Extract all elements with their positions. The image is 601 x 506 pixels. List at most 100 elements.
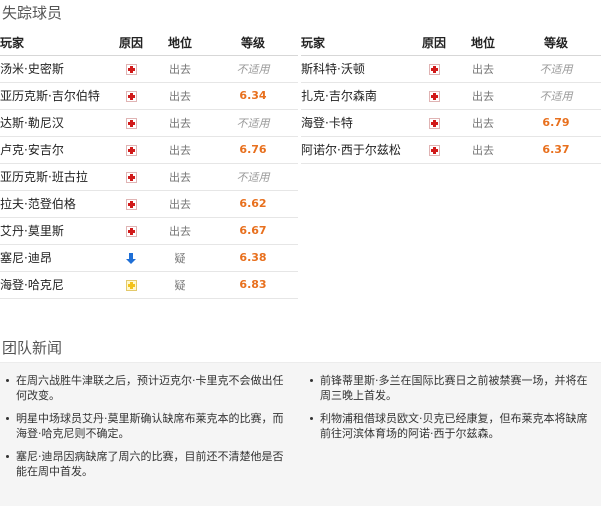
player-column-header: 玩家 <box>301 31 413 56</box>
injury-cross-icon <box>125 225 137 237</box>
news-item: 利物浦租借球员欧文·贝克已经康复，但布莱克本将缺席前往河滨体育场的阿诺·西于尔兹… <box>310 411 592 441</box>
rating-cell: 不适用 <box>208 109 298 137</box>
reason-cell <box>413 82 455 110</box>
player-column-header: 玩家 <box>0 31 110 56</box>
player-name[interactable]: 海登·卡特 <box>301 109 413 137</box>
reason-cell <box>110 82 152 110</box>
rating-cell: 6.37 <box>511 136 601 164</box>
rating-cell: 6.79 <box>511 109 601 137</box>
news-item: 在周六战胜牛津联之后，预计迈克尔·卡里克不会做出任何改变。 <box>6 373 288 403</box>
rating-cell: 6.34 <box>208 82 298 110</box>
player-name[interactable]: 亚历克斯·吉尔伯特 <box>0 82 110 110</box>
injury-cross-icon <box>428 63 440 75</box>
player-name[interactable]: 扎克·吉尔森南 <box>301 82 413 110</box>
player-row: 拉夫·范登伯格 出去 6.62 <box>0 190 298 218</box>
reason-cell <box>110 55 152 83</box>
status-cell: 出去 <box>152 163 208 191</box>
position-column-header: 地位 <box>152 31 208 56</box>
table-header-row: 玩家 原因 地位 等级 <box>0 31 298 56</box>
team-news-panel: 在周六战胜牛津联之后，预计迈克尔·卡里克不会做出任何改变。 明星中场球员艾丹·莫里… <box>0 362 601 506</box>
rating-cell: 不适用 <box>511 82 601 110</box>
rating-cell: 6.38 <box>208 244 298 272</box>
player-name[interactable]: 斯科特·沃顿 <box>301 55 413 83</box>
injury-cross-icon <box>125 171 137 183</box>
reason-column-header: 原因 <box>110 31 152 56</box>
yellow-card-icon <box>125 279 137 291</box>
reason-cell <box>110 217 152 245</box>
team-news-list-right: 前锋蒂里斯·多兰在国际比赛日之前被禁赛一场，并将在周三晚上首发。 利物浦租借球员欧… <box>310 373 592 449</box>
status-cell: 疑 <box>152 271 208 299</box>
reason-cell <box>413 109 455 137</box>
status-cell: 出去 <box>152 217 208 245</box>
rating-cell: 不适用 <box>208 55 298 83</box>
news-item: 明星中场球员艾丹·莫里斯确认缺席布莱克本的比赛，而海登·哈克尼则不确定。 <box>6 411 288 441</box>
rating-cell: 不适用 <box>208 163 298 191</box>
rating-cell: 6.76 <box>208 136 298 164</box>
reason-cell <box>110 136 152 164</box>
reason-column-header: 原因 <box>413 31 455 56</box>
player-row: 斯科特·沃顿 出去 不适用 <box>301 55 601 83</box>
rating-column-header: 等级 <box>511 31 601 56</box>
team-news-title: 团队新闻 <box>2 339 63 357</box>
status-cell: 出去 <box>152 82 208 110</box>
status-cell: 出去 <box>455 82 511 110</box>
missing-players-table-left: 玩家 原因 地位 等级 汤米·史密斯 出去 不适用 亚历克斯·吉尔伯特 出去 6.34 达斯… <box>0 31 298 299</box>
reason-cell <box>110 271 152 299</box>
player-name[interactable]: 阿诺尔·西于尔兹松 <box>301 136 413 164</box>
reason-cell <box>110 244 152 272</box>
injury-cross-icon <box>125 198 137 210</box>
player-row: 亚历克斯·吉尔伯特 出去 6.34 <box>0 82 298 110</box>
player-name[interactable]: 拉夫·范登伯格 <box>0 190 110 218</box>
rating-cell: 6.67 <box>208 217 298 245</box>
player-name[interactable]: 亚历克斯·班古拉 <box>0 163 110 191</box>
injury-cross-icon <box>125 63 137 75</box>
player-row: 汤米·史密斯 出去 不适用 <box>0 55 298 83</box>
reason-cell <box>110 163 152 191</box>
rating-cell: 6.83 <box>208 271 298 299</box>
news-item: 前锋蒂里斯·多兰在国际比赛日之前被禁赛一场，并将在周三晚上首发。 <box>310 373 592 403</box>
status-cell: 出去 <box>455 136 511 164</box>
injury-cross-icon <box>125 144 137 156</box>
news-item: 塞尼·迪昂因病缺席了周六的比赛，目前还不清楚他是否能在周中首发。 <box>6 449 288 479</box>
status-cell: 出去 <box>152 109 208 137</box>
down-arrow-icon <box>125 252 137 264</box>
player-row: 达斯·勒尼汉 出去 不适用 <box>0 109 298 137</box>
injury-cross-icon <box>428 144 440 156</box>
player-row: 亚历克斯·班古拉 出去 不适用 <box>0 163 298 191</box>
status-cell: 出去 <box>455 109 511 137</box>
status-cell: 出去 <box>152 136 208 164</box>
injury-cross-icon <box>125 117 137 129</box>
injury-cross-icon <box>125 90 137 102</box>
player-name[interactable]: 塞尼·迪昂 <box>0 244 110 272</box>
reason-cell <box>110 109 152 137</box>
player-row: 卢克·安吉尔 出去 6.76 <box>0 136 298 164</box>
reason-cell <box>413 136 455 164</box>
player-row: 海登·卡特 出去 6.79 <box>301 109 601 137</box>
player-row: 艾丹·莫里斯 出去 6.67 <box>0 217 298 245</box>
table-header-row: 玩家 原因 地位 等级 <box>301 31 601 56</box>
team-news-list-left: 在周六战胜牛津联之后，预计迈克尔·卡里克不会做出任何改变。 明星中场球员艾丹·莫里… <box>6 373 288 487</box>
status-cell: 疑 <box>152 244 208 272</box>
status-cell: 出去 <box>152 55 208 83</box>
player-name[interactable]: 海登·哈克尼 <box>0 271 110 299</box>
player-row: 扎克·吉尔森南 出去 不适用 <box>301 82 601 110</box>
player-row: 海登·哈克尼 疑 6.83 <box>0 271 298 299</box>
player-name[interactable]: 艾丹·莫里斯 <box>0 217 110 245</box>
rating-cell: 6.62 <box>208 190 298 218</box>
rating-column-header: 等级 <box>208 31 298 56</box>
missing-players-title: 失踪球员 <box>2 4 63 22</box>
player-name[interactable]: 卢克·安吉尔 <box>0 136 110 164</box>
rating-cell: 不适用 <box>511 55 601 83</box>
injury-cross-icon <box>428 90 440 102</box>
player-row: 塞尼·迪昂 疑 6.38 <box>0 244 298 272</box>
injury-cross-icon <box>428 117 440 129</box>
player-row: 阿诺尔·西于尔兹松 出去 6.37 <box>301 136 601 164</box>
player-name[interactable]: 汤米·史密斯 <box>0 55 110 83</box>
reason-cell <box>110 190 152 218</box>
player-name[interactable]: 达斯·勒尼汉 <box>0 109 110 137</box>
missing-players-table-right: 玩家 原因 地位 等级 斯科特·沃顿 出去 不适用 扎克·吉尔森南 出去 不适用 海登·卡特… <box>301 31 601 164</box>
position-column-header: 地位 <box>455 31 511 56</box>
reason-cell <box>413 55 455 83</box>
status-cell: 出去 <box>455 55 511 83</box>
status-cell: 出去 <box>152 190 208 218</box>
